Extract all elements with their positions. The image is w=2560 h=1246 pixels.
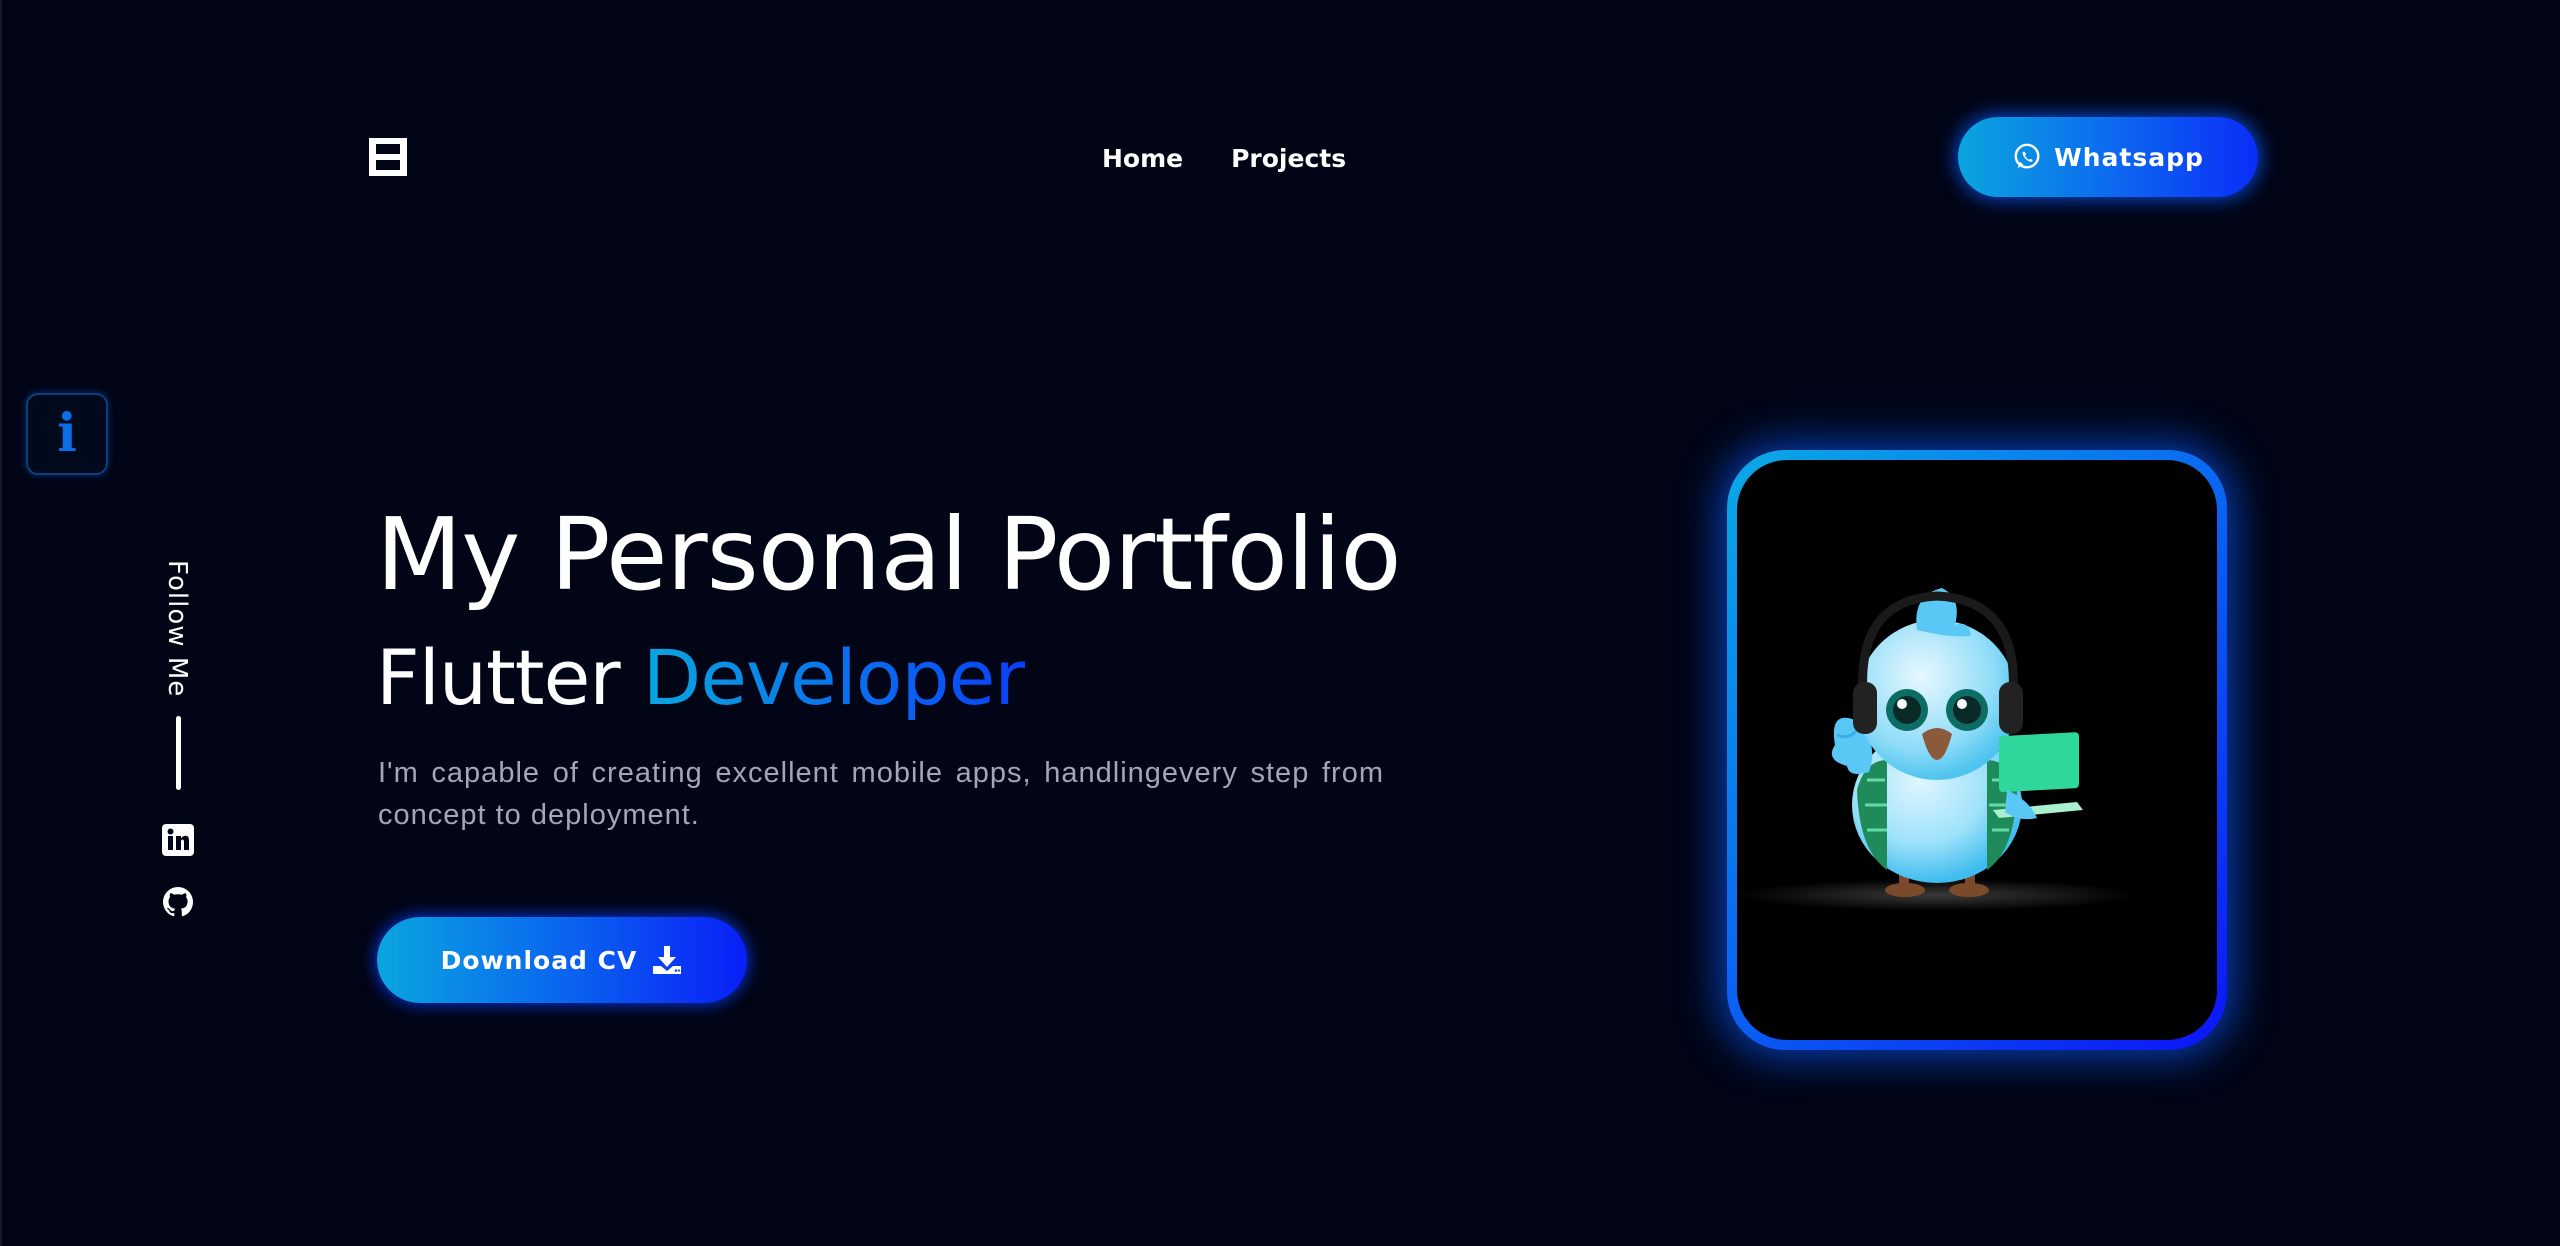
- info-icon: i: [57, 403, 77, 464]
- follow-me-label: Follow Me: [162, 560, 192, 698]
- hero-subtitle-accent: Developer: [642, 633, 1026, 722]
- profile-card: [1727, 450, 2227, 1050]
- download-icon: [653, 946, 682, 974]
- whatsapp-button[interactable]: Whatsapp: [1958, 117, 2258, 197]
- logo-icon[interactable]: [366, 135, 410, 179]
- hero-subtitle-prefix: Flutter: [376, 633, 621, 722]
- download-cv-button[interactable]: Download CV: [377, 917, 747, 1003]
- main-nav: Home Projects: [1102, 140, 1346, 178]
- linkedin-icon[interactable]: [162, 824, 194, 856]
- nav-projects[interactable]: Projects: [1231, 140, 1346, 178]
- nav-home[interactable]: Home: [1102, 140, 1183, 178]
- whatsapp-icon: [2014, 143, 2040, 169]
- whatsapp-label: Whatsapp: [2054, 142, 2204, 172]
- download-cv-label: Download CV: [440, 945, 638, 975]
- profile-image: [1737, 460, 2217, 1040]
- hero-subtitle: Flutter Developer: [376, 633, 1026, 722]
- hero-title: My Personal Portfolio: [376, 496, 1402, 613]
- github-icon[interactable]: [162, 886, 194, 918]
- dash-mascot-image: [1737, 588, 2137, 911]
- portfolio-page: Home Projects Whatsapp i Follow Me My Pe…: [0, 0, 2560, 1246]
- hero-description: I'm capable of creating excellent mobile…: [378, 757, 1384, 831]
- info-button[interactable]: i: [26, 393, 108, 475]
- follow-divider: [176, 716, 181, 790]
